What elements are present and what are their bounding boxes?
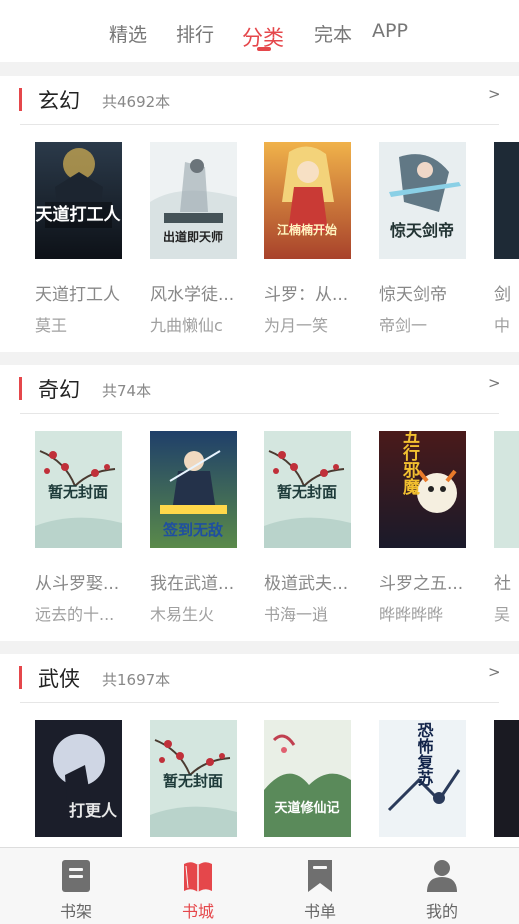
nav-label: 书单 (303, 902, 336, 921)
nav-item-mine[interactable]: 我的 (392, 848, 492, 924)
section-accent-bar (19, 666, 22, 689)
book-author: 木易生火 (150, 605, 215, 624)
book-title[interactable]: 剑 (494, 280, 511, 305)
cover-title: 江楠楠开始 (277, 222, 337, 237)
category-section-xuanhuan: 玄幻 共4692本 > 天道打工人 天道打工人 莫王 出道即天师 风水学徒...… (0, 76, 519, 352)
divider (20, 413, 499, 414)
cover-title: 打更人 (69, 801, 118, 820)
cover-title: 出道即天师 (163, 229, 223, 244)
nav-label: 书架 (59, 902, 92, 921)
cover-title: 签到无敌 (162, 521, 223, 539)
book-title[interactable]: 惊天剑帝 (379, 280, 447, 305)
tab-app[interactable]: APP (372, 20, 408, 42)
divider (20, 124, 499, 125)
bookmark-icon (308, 860, 332, 892)
section-more-chevron-icon[interactable]: > (488, 663, 501, 681)
section-title[interactable]: 奇幻 (38, 374, 80, 404)
nav-item-bookshelf[interactable]: 书架 (26, 848, 126, 924)
bookshelf-icon (62, 860, 90, 892)
book-cover[interactable]: 天道修仙记 (264, 720, 351, 837)
user-icon (427, 860, 457, 892)
book-title[interactable]: 极道武夫... (264, 569, 348, 594)
cover-title: 暂无封面 (163, 772, 223, 790)
active-tab-indicator (257, 47, 271, 51)
section-count: 共4692本 (102, 93, 171, 111)
section-accent-bar (19, 377, 22, 400)
tab-wanben[interactable]: 完本 (314, 20, 352, 47)
book-author: 远去的十... (35, 605, 115, 624)
section-title[interactable]: 玄幻 (38, 85, 80, 115)
section-more-chevron-icon[interactable]: > (488, 374, 501, 392)
book-author: 九曲懒仙c (150, 316, 223, 335)
book-cover[interactable] (494, 720, 519, 837)
cover-title: 暂无封面 (277, 483, 337, 501)
nav-label: 我的 (425, 902, 458, 921)
book-title[interactable]: 斗罗之五... (379, 569, 463, 594)
book-title[interactable]: 社 (494, 569, 511, 594)
section-title[interactable]: 武侠 (38, 663, 80, 693)
divider (20, 702, 499, 703)
book-title[interactable]: 风水学徒... (150, 280, 234, 305)
section-divider (0, 641, 519, 654)
section-accent-bar (19, 88, 22, 111)
tab-paihang[interactable]: 排行 (176, 20, 214, 47)
section-more-chevron-icon[interactable]: > (488, 85, 501, 103)
section-count: 共74本 (102, 382, 152, 400)
nav-label: 书城 (181, 902, 214, 921)
cover-title: 惊天剑帝 (390, 221, 454, 240)
book-cover[interactable]: 江楠楠开始 (264, 142, 351, 259)
cover-title: 天道修仙记 (274, 800, 339, 816)
section-count: 共1697本 (102, 671, 171, 689)
book-cover[interactable]: 惊天剑帝 (379, 142, 466, 259)
book-cover[interactable] (494, 142, 519, 259)
book-author: 为月一笑 (264, 316, 329, 335)
book-title[interactable]: 天道打工人 (35, 280, 120, 305)
category-section-wuxia: 武侠 共1697本 > 打更人 暂无封面 天道修仙记 恐怖复苏 (0, 654, 519, 847)
book-cover[interactable]: 暂无封面 (35, 431, 122, 548)
cover-title: 五行邪魔 (399, 431, 421, 496)
book-author: 帝剑一 (379, 316, 428, 335)
bottom-nav: 书架 书城 书单 我的 (0, 847, 519, 924)
tab-jingxuan[interactable]: 精选 (109, 20, 147, 47)
book-title[interactable]: 我在武道... (150, 569, 234, 594)
book-cover[interactable]: 打更人 (35, 720, 122, 837)
book-author: 吴 (494, 605, 511, 624)
book-cover[interactable]: 暂无封面 (150, 720, 237, 837)
book-cover[interactable]: 签到无敌 (150, 431, 237, 548)
cover-title: 天道打工人 (36, 204, 122, 225)
book-title[interactable]: 斗罗：从... (264, 280, 348, 305)
section-divider (0, 352, 519, 365)
nav-item-bookstore[interactable]: 书城 (148, 848, 248, 924)
book-cover[interactable]: 天道打工人 (35, 142, 122, 259)
book-cover[interactable]: 暂无封面 (264, 431, 351, 548)
book-author: 莫王 (35, 316, 68, 335)
book-author: 晔晔晔晔 (379, 605, 444, 624)
book-cover[interactable]: 五行邪魔 (379, 431, 466, 548)
book-open-icon (184, 862, 212, 892)
nav-item-booklist[interactable]: 书单 (270, 848, 370, 924)
book-cover[interactable]: 恐怖复苏 (379, 720, 466, 837)
section-divider (0, 62, 519, 76)
cover-title: 暂无封面 (48, 483, 108, 501)
book-cover[interactable]: 出道即天师 (150, 142, 237, 259)
book-author: 书海一逍 (264, 605, 329, 624)
page: 精选 排行 分类 完本 APP 玄幻 共4692本 > 天道打工人 天道打工人 … (0, 0, 519, 924)
book-author: 中 (494, 316, 511, 335)
cover-title: 恐怖复苏 (415, 722, 435, 787)
category-section-qihuan: 奇幻 共74本 > 暂无封面 从斗罗娶... 远去的十... 签到无敌 我在武道… (0, 365, 519, 641)
book-cover[interactable] (494, 431, 519, 548)
book-title[interactable]: 从斗罗娶... (35, 569, 119, 594)
top-tab-bar: 精选 排行 分类 完本 APP (0, 0, 519, 62)
